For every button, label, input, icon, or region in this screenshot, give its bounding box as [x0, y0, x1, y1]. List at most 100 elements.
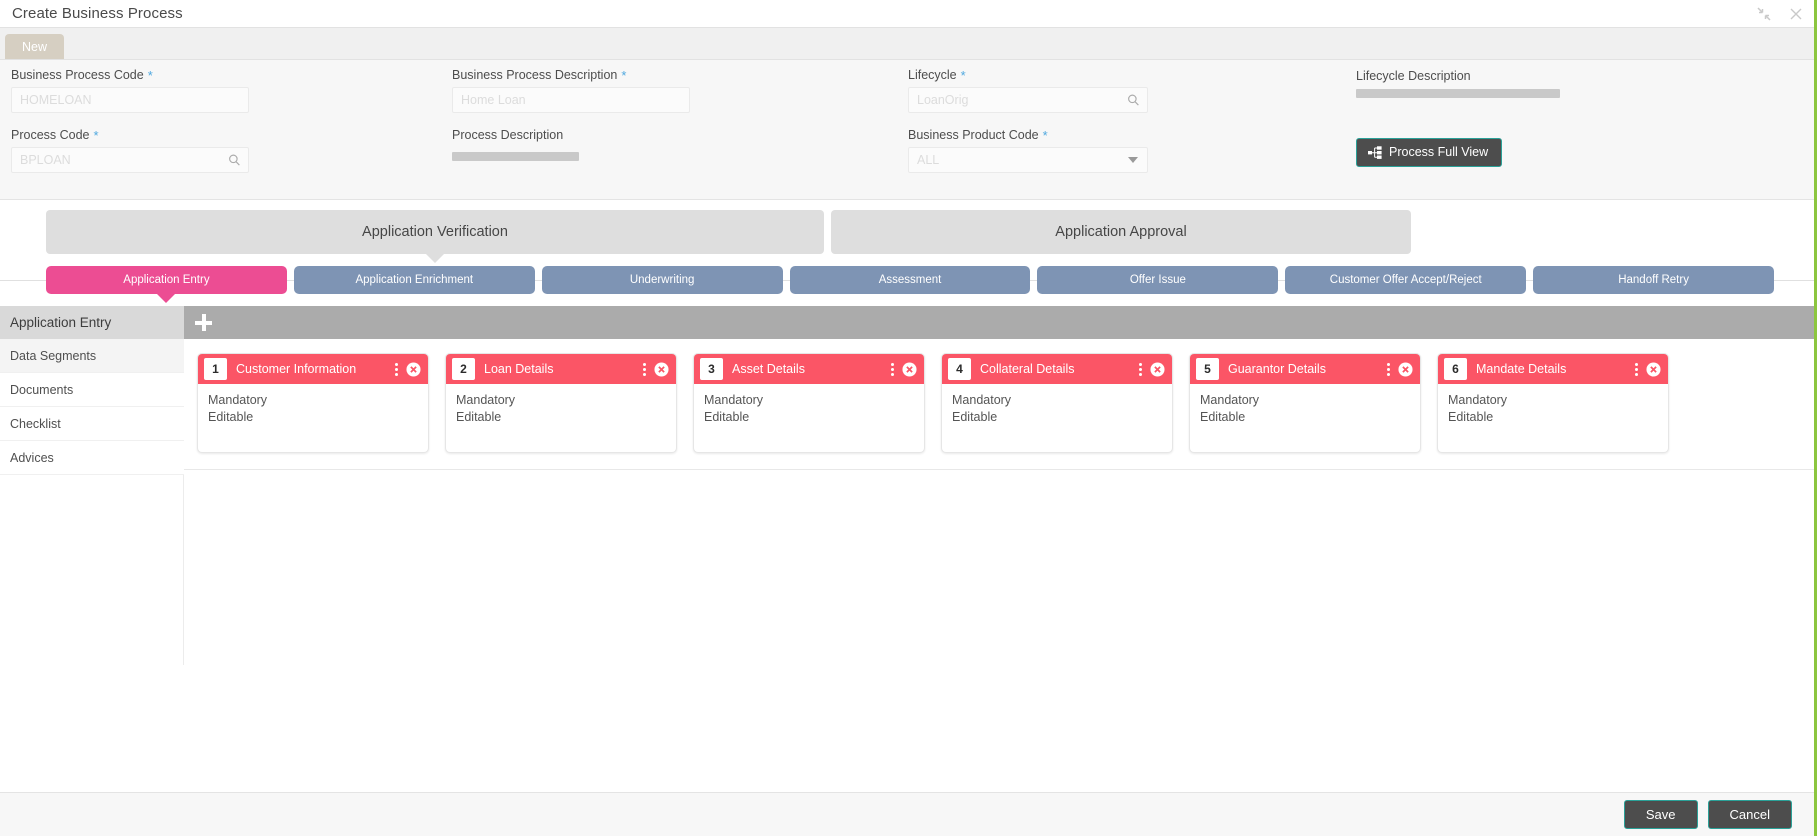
data-segment-card[interactable]: 5 Guarantor Details Mandatory Editable	[1189, 353, 1421, 453]
required-star: *	[93, 128, 99, 143]
card-actions	[643, 361, 669, 377]
business-process-description-input[interactable]: Home Loan	[452, 87, 690, 113]
close-icon[interactable]	[1646, 361, 1661, 377]
card-line-editable: Editable	[1200, 410, 1246, 425]
card-actions	[891, 361, 917, 377]
sidebar-filler	[0, 475, 184, 665]
step-label: Application Enrichment	[355, 274, 474, 286]
kebab-menu-icon[interactable]	[1635, 362, 1639, 377]
business-product-code-value: ALL	[917, 153, 940, 167]
step-label: Handoff Retry	[1618, 274, 1689, 286]
step-offer-issue[interactable]: Offer Issue	[1037, 266, 1279, 294]
required-star: *	[1042, 128, 1048, 143]
label-lifecycle-description: Lifecycle Description	[1356, 69, 1471, 83]
lifecycle-input[interactable]: LoanOrig	[908, 87, 1148, 113]
close-icon[interactable]	[1150, 361, 1165, 377]
step-handoff-retry[interactable]: Handoff Retry	[1533, 266, 1775, 294]
stage-notch	[426, 254, 444, 263]
card-body: Mandatory Editable	[942, 384, 1172, 452]
sidebar: Application Entry Data Segments Document…	[0, 306, 184, 792]
step-application-enrichment[interactable]: Application Enrichment	[293, 266, 535, 294]
process-full-view-button[interactable]: Process Full View	[1356, 138, 1503, 167]
collapse-arrows-icon[interactable]	[1756, 6, 1772, 22]
process-code-input[interactable]: BPLOAN	[11, 147, 249, 173]
close-icon[interactable]	[1788, 6, 1804, 22]
card-number-badge: 6	[1444, 358, 1467, 380]
card-header: 5 Guarantor Details	[1190, 354, 1420, 384]
field-business-process-code: Business Process Code * HOMELOAN	[11, 68, 249, 113]
data-segment-card[interactable]: 1 Customer Information Mandatory Editabl…	[197, 353, 429, 453]
required-star: *	[960, 68, 966, 83]
card-actions	[1139, 361, 1165, 377]
stage-label: Application Verification	[362, 224, 508, 240]
kebab-menu-icon[interactable]	[643, 362, 647, 377]
card-actions	[1387, 361, 1413, 377]
field-business-product-code: Business Product Code * ALL	[908, 128, 1148, 173]
tab-new[interactable]: New	[5, 33, 65, 59]
content-area: 1 Customer Information Mandatory Editabl…	[184, 306, 1814, 792]
card-title: Collateral Details	[980, 362, 1075, 376]
card-body: Mandatory Editable	[1438, 384, 1668, 452]
card-number-badge: 3	[700, 358, 723, 380]
data-segment-card[interactable]: 3 Asset Details Mandatory Editable	[693, 353, 925, 453]
sidebar-item-checklist[interactable]: Checklist	[0, 407, 184, 441]
chevron-down-icon[interactable]	[1128, 157, 1138, 163]
lifecycle-placeholder: LoanOrig	[917, 93, 969, 107]
card-actions	[395, 361, 421, 377]
save-button[interactable]: Save	[1623, 800, 1698, 829]
data-segment-card[interactable]: 4 Collateral Details Mandatory Editable	[941, 353, 1173, 453]
field-lifecycle-description: Lifecycle Description	[1356, 69, 1586, 98]
step-assessment[interactable]: Assessment	[789, 266, 1031, 294]
data-segment-card[interactable]: 2 Loan Details Mandatory Editable	[445, 353, 677, 453]
card-number-badge: 4	[948, 358, 971, 380]
sidebar-item-data-segments[interactable]: Data Segments	[0, 339, 184, 373]
card-header: 6 Mandate Details	[1438, 354, 1668, 384]
stage-application-approval[interactable]: Application Approval	[831, 210, 1411, 254]
card-body: Mandatory Editable	[1190, 384, 1420, 452]
card-title: Customer Information	[236, 362, 357, 376]
data-segment-card[interactable]: 6 Mandate Details Mandatory Editable	[1437, 353, 1669, 453]
plus-icon[interactable]	[195, 314, 212, 331]
close-icon[interactable]	[902, 361, 917, 377]
card-body: Mandatory Editable	[198, 384, 428, 452]
label-process-description: Process Description	[452, 128, 564, 142]
sidebar-item-advices[interactable]: Advices	[0, 441, 184, 475]
step-label: Application Entry	[123, 274, 210, 286]
card-header: 4 Collateral Details	[942, 354, 1172, 384]
card-line-editable: Editable	[952, 410, 998, 425]
kebab-menu-icon[interactable]	[891, 362, 895, 377]
stage-application-verification[interactable]: Application Verification	[46, 210, 824, 263]
card-title: Asset Details	[732, 362, 805, 376]
cancel-button[interactable]: Cancel	[1707, 800, 1792, 829]
kebab-menu-icon[interactable]	[1139, 362, 1143, 377]
card-header: 1 Customer Information	[198, 354, 428, 384]
label-process-code: Process Code *	[11, 128, 99, 143]
card-body: Mandatory Editable	[694, 384, 924, 452]
card-line-mandatory: Mandatory	[952, 393, 1012, 407]
step-customer-offer-accept-reject[interactable]: Customer Offer Accept/Reject	[1285, 266, 1527, 294]
search-icon[interactable]	[228, 154, 241, 167]
sidebar-item-label: Documents	[10, 382, 74, 397]
close-icon[interactable]	[654, 361, 669, 377]
stage-row: Application Verification Application App…	[0, 210, 1814, 263]
step-application-entry[interactable]: Application Entry	[46, 266, 287, 303]
business-process-code-input[interactable]: HOMELOAN	[11, 87, 249, 113]
kebab-menu-icon[interactable]	[395, 362, 399, 377]
kebab-menu-icon[interactable]	[1387, 362, 1391, 377]
create-business-process-window: Create Business Process New Business Pro…	[0, 0, 1817, 836]
close-icon[interactable]	[1398, 361, 1413, 377]
close-icon[interactable]	[406, 361, 421, 377]
sidebar-item-documents[interactable]: Documents	[0, 373, 184, 407]
step-underwriting[interactable]: Underwriting	[541, 266, 783, 294]
tabstrip: New	[0, 27, 1814, 60]
form-panel: Business Process Code * HOMELOAN Process…	[0, 60, 1814, 200]
field-business-process-description: Business Process Description * Home Loan	[452, 68, 690, 113]
card-number-badge: 2	[452, 358, 475, 380]
content-toolbar	[184, 306, 1814, 339]
label-business-process-code: Business Process Code *	[11, 68, 153, 83]
process-full-view-label: Process Full View	[1389, 145, 1489, 160]
business-product-code-select[interactable]: ALL	[908, 147, 1148, 173]
card-line-mandatory: Mandatory	[1200, 393, 1260, 407]
steps-track: Application Entry Application Enrichment…	[0, 266, 1814, 303]
search-icon[interactable]	[1127, 94, 1140, 107]
